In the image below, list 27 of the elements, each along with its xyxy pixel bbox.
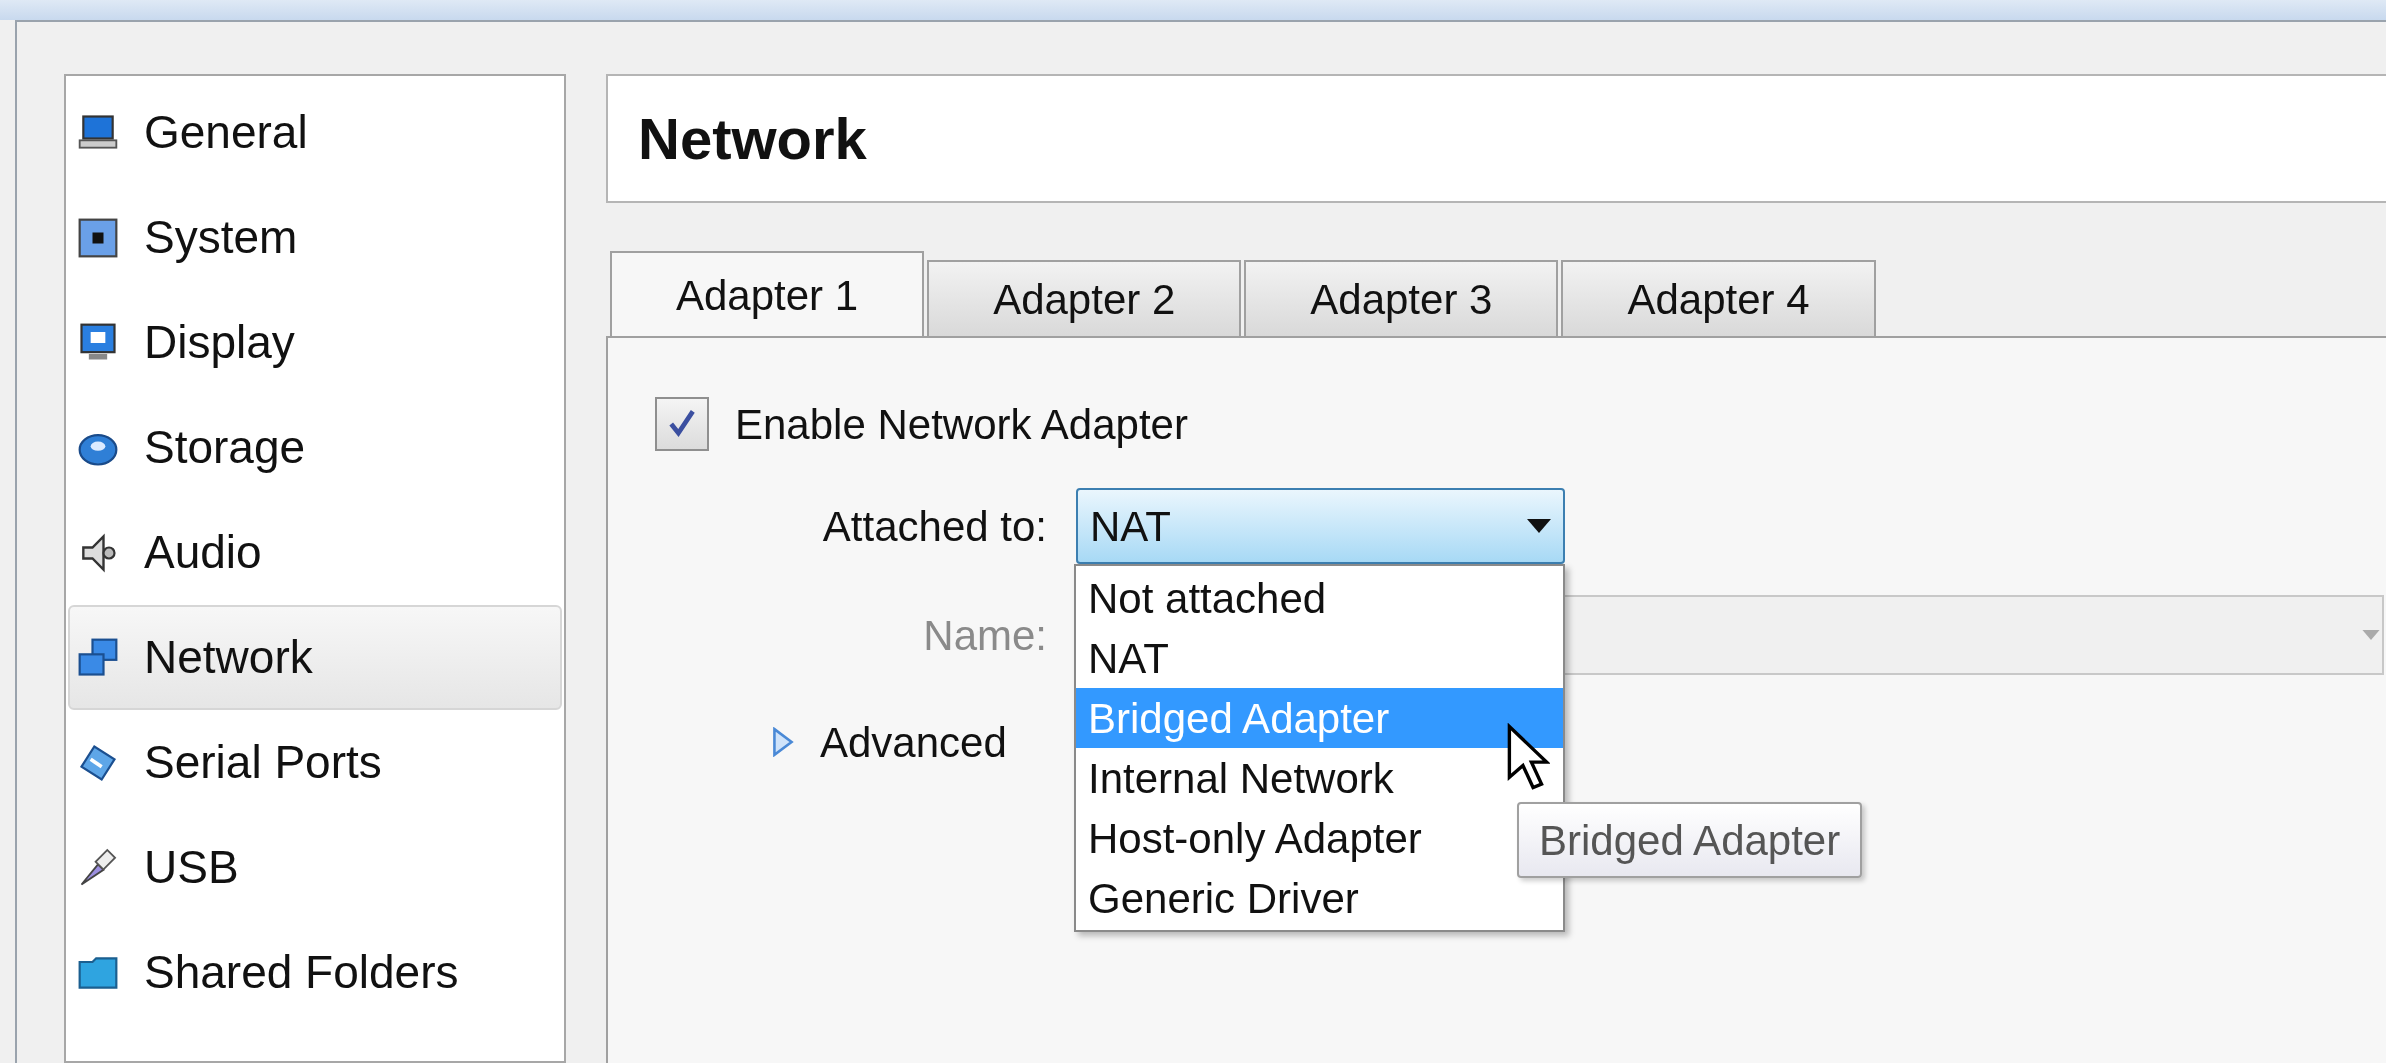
sidebar-item[interactable]: Display (68, 290, 562, 395)
attached-to-dropdown[interactable]: NAT (1076, 488, 1565, 564)
sidebar-item[interactable]: System (68, 185, 562, 290)
sidebar-item[interactable]: Network (68, 605, 562, 710)
page-title: Network (638, 105, 867, 173)
expand-triangle-icon[interactable] (772, 727, 794, 757)
tab[interactable]: Adapter 1 (610, 251, 925, 338)
mouse-pointer-icon (1506, 723, 1550, 791)
caret-icon (1527, 519, 1551, 533)
tab[interactable]: Adapter 3 (1244, 260, 1559, 336)
field-label: Attached to: (821, 501, 1047, 552)
sidebar-item[interactable]: General (68, 80, 562, 185)
sidebar-item[interactable]: Storage (68, 395, 562, 500)
sidebar-item[interactable]: Shared Folders (68, 920, 562, 1025)
field-label: Name: (922, 610, 1047, 661)
dropdown-option[interactable]: NAT (1076, 628, 1563, 688)
tab[interactable]: Adapter 4 (1561, 260, 1876, 336)
sidebar-item[interactable]: Serial Ports (68, 710, 562, 815)
checkbox[interactable] (655, 397, 709, 451)
tab[interactable]: Adapter 2 (927, 260, 1242, 336)
dropdown-option[interactable]: Not attached (1076, 568, 1563, 628)
tooltip: Bridged Adapter (1517, 802, 1863, 878)
caret-icon (2362, 630, 2380, 640)
sidebar-item[interactable]: USB (68, 815, 562, 920)
sidebar-item[interactable]: Audio (68, 500, 562, 605)
advanced-label: Advanced (820, 717, 1007, 768)
checkbox-label: Enable Network Adapter (735, 399, 1188, 450)
